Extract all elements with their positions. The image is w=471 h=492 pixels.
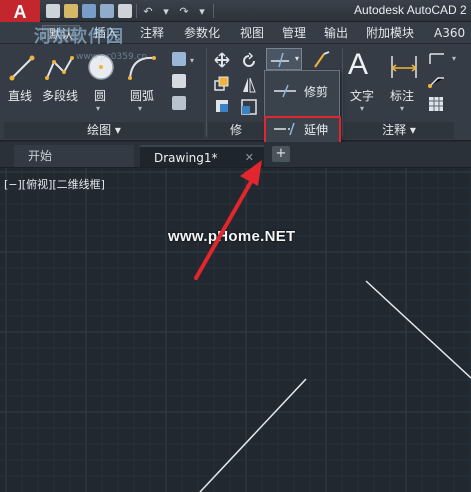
toolbar-divider	[136, 4, 137, 18]
watermark-url: www.pHome.NET	[168, 228, 296, 245]
title-bar: A ↶ ▾ ↷ ▾ Autodesk AutoCAD 2	[0, 0, 471, 24]
table-tool-icon[interactable]	[428, 96, 444, 112]
scale-tool-icon[interactable]	[240, 98, 258, 116]
polyline-tool-icon[interactable]	[44, 54, 76, 82]
copy-tool-icon[interactable]	[214, 76, 230, 92]
redo-dropdown-icon[interactable]: ▾	[195, 5, 209, 18]
close-icon[interactable]: ✕	[245, 147, 254, 169]
tab-a360[interactable]: A360	[428, 25, 471, 42]
tab-manage[interactable]: 管理	[276, 25, 312, 42]
rotate-tool-icon[interactable]	[240, 52, 258, 70]
text-tool-label[interactable]: 文字	[350, 87, 374, 104]
arc-tool-label[interactable]: 圆弧	[130, 87, 154, 104]
draw-more-dropdown-icon[interactable]: ▾	[190, 56, 194, 65]
hatch-tool-icon[interactable]	[172, 74, 186, 88]
quick-access-toolbar: ↶ ▾ ↷ ▾	[46, 3, 214, 19]
tab-drawing1-label: Drawing1*	[154, 151, 218, 165]
app-title: Autodesk AutoCAD 2	[354, 3, 467, 17]
line-tool-label[interactable]: 直线	[8, 87, 32, 104]
panel-divider	[342, 48, 343, 136]
save-as-icon[interactable]	[100, 4, 114, 18]
tab-start-label: 开始	[28, 149, 53, 163]
draw-panel-footer[interactable]: 绘图 ▾	[4, 122, 204, 139]
autocad-logo-button[interactable]: A	[0, 0, 40, 24]
tab-output[interactable]: 输出	[318, 25, 354, 42]
open-file-icon[interactable]	[64, 4, 78, 18]
mirror-tool-icon[interactable]	[240, 76, 258, 94]
text-tool-icon[interactable]: A	[348, 48, 376, 84]
leader-tool-icon[interactable]	[428, 52, 446, 66]
annotation-more-dropdown-icon[interactable]: ▾	[452, 54, 456, 63]
tab-start[interactable]: 开始	[14, 145, 134, 167]
undo-dropdown-icon[interactable]: ▾	[159, 5, 173, 18]
new-file-icon[interactable]	[46, 4, 60, 18]
arc-dropdown-icon[interactable]: ▾	[138, 104, 142, 113]
panel-divider	[206, 48, 207, 136]
trim-dropdown-icon[interactable]: ▾	[295, 54, 299, 63]
region-tool-icon[interactable]	[172, 96, 186, 110]
redo-icon[interactable]: ↷	[177, 5, 191, 18]
trim-menu-item[interactable]: 修剪	[268, 79, 338, 103]
dimension-dropdown-icon[interactable]: ▾	[400, 104, 404, 113]
watermark-site-name: 河东软件园	[34, 27, 124, 47]
text-dropdown-icon[interactable]: ▾	[360, 104, 364, 113]
trim-icon	[274, 84, 296, 98]
stretch-tool-icon[interactable]	[214, 98, 230, 114]
tab-drawing1[interactable]: Drawing1* ✕	[140, 145, 264, 167]
ribbon-panel: 直线 多段线 圆 ▾ 圆弧 ▾ ▾ 绘图 ▾ ▾ 修 A 文字 ▾ 标注 ▾ ▾…	[0, 44, 471, 141]
undo-icon[interactable]: ↶	[141, 5, 155, 18]
fillet-tool-icon[interactable]	[312, 50, 332, 70]
drawing-grid	[0, 168, 471, 492]
tab-annotate[interactable]: 注释	[134, 25, 170, 42]
trim-icon	[271, 52, 289, 68]
save-icon[interactable]	[82, 4, 96, 18]
watermark-small-url: www.pc0359.cn	[76, 52, 148, 62]
trim-split-button[interactable]: ▾	[266, 48, 302, 70]
polyline-tool-label[interactable]: 多段线	[42, 87, 78, 104]
new-tab-button[interactable]: +	[272, 146, 290, 162]
move-tool-icon[interactable]	[214, 52, 230, 68]
rectangle-tool-icon[interactable]	[172, 52, 186, 66]
tab-parametric[interactable]: 参数化	[178, 25, 226, 42]
multileader-tool-icon[interactable]	[428, 74, 446, 88]
tab-view[interactable]: 视图	[234, 25, 270, 42]
viewport-controls-label[interactable]: [−][俯视][二维线框]	[4, 176, 105, 192]
tab-addins[interactable]: 附加模块	[360, 25, 420, 42]
circle-dropdown-icon[interactable]: ▾	[96, 104, 100, 113]
dimension-tool-icon[interactable]	[388, 52, 420, 82]
line-tool-icon[interactable]	[8, 54, 36, 82]
annotation-panel-footer[interactable]: 注释 ▾	[344, 122, 454, 139]
modify-panel-footer[interactable]: 修	[208, 122, 264, 139]
circle-tool-label[interactable]: 圆	[94, 87, 106, 104]
trim-label: 修剪	[304, 84, 329, 99]
toolbar-divider	[213, 4, 214, 18]
print-icon[interactable]	[118, 4, 132, 18]
file-tab-bar: 开始 Drawing1* ✕	[0, 142, 471, 168]
dimension-tool-label[interactable]: 标注	[390, 87, 414, 104]
